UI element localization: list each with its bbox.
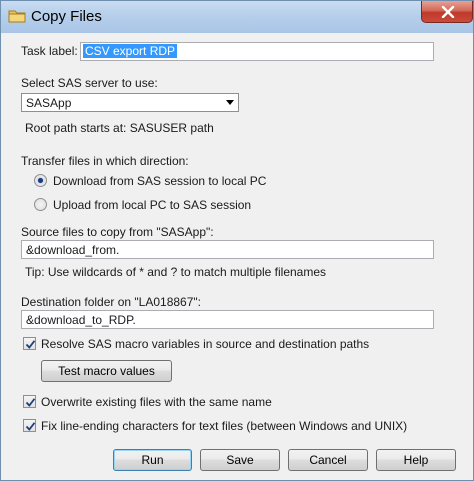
destination-label: Destination folder on "LA018867":: [21, 295, 201, 309]
direction-label: Transfer files in which direction:: [21, 154, 189, 168]
fix-line-endings-label[interactable]: Fix line-ending characters for text file…: [41, 419, 407, 433]
server-select[interactable]: SASApp: [21, 93, 239, 112]
title-bar[interactable]: Copy Files: [1, 1, 473, 33]
help-button[interactable]: Help: [376, 449, 456, 471]
checkmark-icon: [25, 340, 36, 349]
server-select-value: SASApp: [26, 96, 72, 110]
destination-folder-input[interactable]: &download_to_RDP.: [21, 310, 434, 329]
folder-icon: [8, 8, 26, 24]
source-files-input[interactable]: &download_from.: [21, 240, 434, 259]
fix-line-endings-checkbox[interactable]: [23, 419, 36, 432]
task-label-value: CSV export RDP: [83, 44, 178, 58]
source-files-value: &download_from.: [26, 243, 120, 257]
dialog-body: Task label: CSV export RDP Select SAS se…: [8, 33, 467, 474]
task-label-input[interactable]: CSV export RDP: [80, 42, 434, 61]
checkmark-icon: [25, 422, 36, 431]
run-button[interactable]: Run: [113, 449, 192, 471]
save-button[interactable]: Save: [200, 449, 280, 471]
checkmark-icon: [25, 398, 36, 407]
download-option-label[interactable]: Download from SAS session to local PC: [53, 174, 266, 188]
root-path-text: Root path starts at: SASUSER path: [25, 121, 214, 135]
server-label: Select SAS server to use:: [21, 76, 158, 90]
source-label: Source files to copy from "SASApp":: [21, 225, 214, 239]
overwrite-label[interactable]: Overwrite existing files with the same n…: [41, 395, 272, 409]
task-label: Task label:: [21, 44, 78, 58]
wildcard-tip: Tip: Use wildcards of * and ? to match m…: [25, 265, 327, 279]
upload-option-label[interactable]: Upload from local PC to SAS session: [53, 198, 251, 212]
window-title: Copy Files: [31, 8, 102, 25]
resolve-macro-label[interactable]: Resolve SAS macro variables in source an…: [41, 337, 369, 351]
cancel-button[interactable]: Cancel: [288, 449, 368, 471]
close-icon: [441, 6, 455, 18]
upload-radio[interactable]: [34, 198, 47, 211]
overwrite-checkbox[interactable]: [23, 395, 36, 408]
close-button[interactable]: [421, 1, 473, 23]
resolve-macro-checkbox[interactable]: [23, 337, 36, 350]
destination-folder-value: &download_to_RDP.: [26, 313, 136, 327]
download-radio[interactable]: [34, 174, 47, 187]
test-macro-values-button[interactable]: Test macro values: [41, 360, 172, 382]
chevron-down-icon: [226, 100, 234, 105]
copy-files-dialog: Copy Files Task label: CSV export RDP Se…: [0, 0, 474, 481]
